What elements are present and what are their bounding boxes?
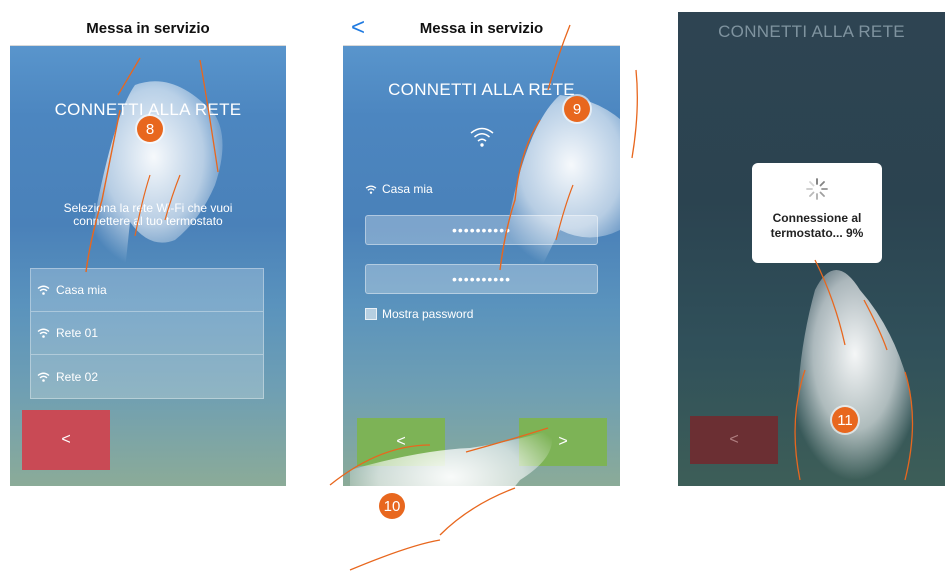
- instruction-text: Seleziona la rete Wi-Fi che vuoi connett…: [24, 202, 272, 228]
- screen-connecting: CONNETTI ALLA RETE Connessione al termos…: [678, 12, 945, 486]
- back-button[interactable]: <: [22, 410, 110, 470]
- network-label: Rete 02: [56, 369, 99, 384]
- step-badge: 10: [379, 493, 405, 519]
- step-badge: 9: [564, 96, 590, 122]
- show-password-toggle[interactable]: Mostra password: [365, 307, 473, 321]
- network-label: Casa mia: [382, 182, 433, 196]
- status-line-2: termostato... 9%: [770, 226, 864, 240]
- chevron-left-icon[interactable]: <: [347, 16, 369, 41]
- status-line-1: Connessione al: [772, 211, 862, 225]
- network-item-rete-01[interactable]: Rete 01: [31, 312, 263, 355]
- connecting-status: Connessione al termostato... 9%: [771, 211, 864, 241]
- step-badge: 11: [832, 407, 858, 433]
- wifi-icon: [470, 127, 494, 147]
- show-password-label: Mostra password: [382, 307, 474, 321]
- screen-select-network: Messa in servizio CONNETTI ALLA RETE Sel…: [10, 12, 286, 486]
- back-button[interactable]: <: [690, 416, 778, 464]
- connecting-dialog: Connessione al termostato... 9%: [752, 163, 882, 263]
- checkbox[interactable]: [365, 308, 377, 320]
- password-field[interactable]: ••••••••••: [365, 215, 598, 245]
- network-item-casa-mia[interactable]: Casa mia: [31, 269, 263, 312]
- network-label: Casa mia: [56, 283, 107, 297]
- header-title: Messa in servizio: [419, 20, 544, 37]
- spinner-icon: [806, 178, 828, 200]
- next-button[interactable]: >: [519, 418, 607, 466]
- header-title: Messa in servizio: [86, 20, 210, 37]
- wifi-icon: [37, 328, 50, 338]
- page-title: CONNETTI ALLA RETE: [718, 22, 905, 41]
- network-item-rete-02[interactable]: Rete 02: [31, 355, 263, 398]
- wifi-icon: [37, 285, 50, 295]
- instruction-line-2: connettere al tuo termostato: [73, 214, 223, 228]
- network-list: Casa mia Rete 01 Rete 02: [30, 268, 264, 399]
- back-button[interactable]: <: [357, 418, 445, 466]
- confirm-password-field[interactable]: ••••••••••: [365, 264, 598, 294]
- step-badge: 8: [137, 116, 163, 142]
- network-label: Rete 01: [56, 326, 99, 340]
- header: Messa in servizio: [10, 12, 286, 46]
- screen-enter-password: < Messa in servizio CONNETTI ALLA RETE C…: [343, 12, 620, 486]
- wifi-icon: [365, 184, 377, 194]
- wifi-icon: [37, 372, 50, 382]
- header: < Messa in servizio: [343, 12, 620, 46]
- selected-network: Casa mia: [365, 182, 433, 196]
